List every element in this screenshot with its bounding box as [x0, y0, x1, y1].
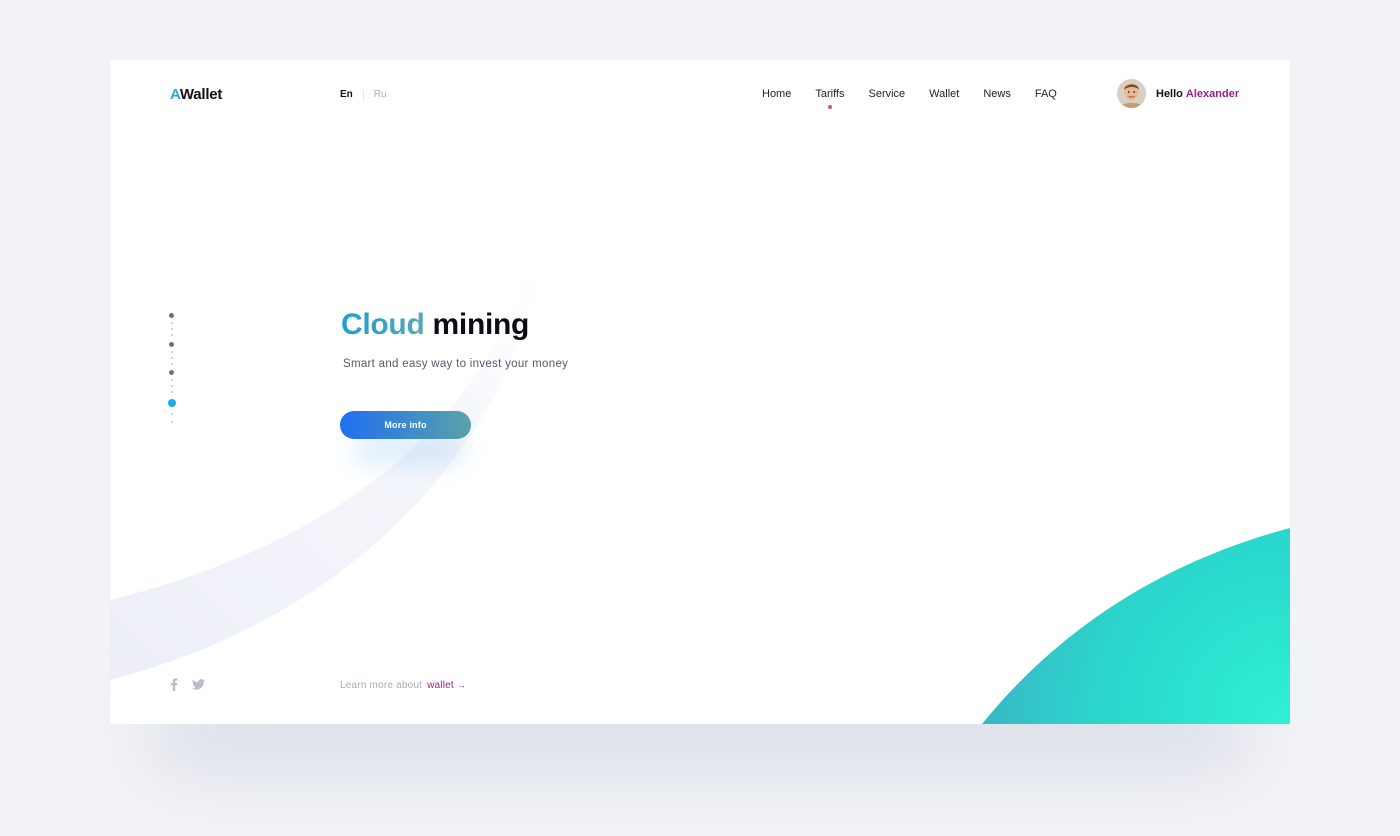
hero-title-rest: mining: [432, 308, 530, 341]
lang-ru[interactable]: Ru: [374, 89, 387, 100]
landing-card: AWallet En Ru Home Tariffs Service Walle…: [110, 60, 1290, 724]
pager-dot-4-active[interactable]: [168, 399, 176, 407]
pager-dot-3[interactable]: [169, 370, 174, 375]
main-nav: Home Tariffs Service Wallet News FAQ: [762, 88, 1081, 109]
user-menu[interactable]: Hello Alexander: [1117, 79, 1239, 108]
pager-tick: [171, 421, 173, 423]
pager-tick: [171, 413, 173, 415]
user-greeting: Hello Alexander: [1156, 88, 1239, 100]
logo-accent: A: [170, 86, 180, 103]
pager-tick: [171, 334, 173, 336]
hero-subtitle: Smart and easy way to invest your money: [343, 358, 569, 370]
facebook-icon[interactable]: [170, 678, 178, 691]
hero-title-highlight: Cloud: [341, 308, 425, 341]
nav-item-faq[interactable]: FAQ: [1035, 88, 1057, 100]
button-glow: [355, 438, 465, 460]
pager-tick: [171, 379, 173, 381]
logo-text: Wallet: [179, 86, 223, 103]
twitter-icon[interactable]: [192, 679, 205, 690]
learn-more-prefix: Learn more about: [340, 680, 423, 691]
language-switcher: En Ru: [340, 89, 387, 100]
pager-tick: [171, 328, 173, 330]
pager-dot-2[interactable]: [169, 342, 174, 347]
logo[interactable]: AWallet: [170, 86, 222, 103]
nav-item-wallet[interactable]: Wallet: [929, 88, 959, 100]
pager-tick: [171, 322, 173, 324]
social-links: [170, 678, 205, 691]
nav-item-tariffs[interactable]: Tariffs: [815, 88, 844, 109]
gradient-blob: [982, 528, 1290, 724]
pager-dot-1[interactable]: [169, 313, 174, 318]
learn-more: Learn more about wallet →: [340, 680, 466, 691]
nav-item-service[interactable]: Service: [868, 88, 905, 100]
slide-pager: [168, 312, 176, 432]
nav-item-news[interactable]: News: [983, 88, 1011, 100]
wallet-link[interactable]: wallet: [427, 680, 454, 691]
background-arc: [110, 235, 550, 680]
pager-tick: [171, 357, 173, 359]
lang-en[interactable]: En: [340, 89, 353, 100]
pager-tick: [171, 391, 173, 393]
greeting-text: Hello: [1156, 87, 1183, 100]
hero-title: Cloud mining: [341, 308, 529, 342]
avatar[interactable]: [1117, 79, 1146, 108]
pager-tick: [171, 351, 173, 353]
pager-tick: [171, 385, 173, 387]
lang-divider: [362, 89, 364, 100]
user-name: Alexander: [1185, 87, 1240, 100]
pager-tick: [171, 363, 173, 365]
nav-item-home[interactable]: Home: [762, 88, 791, 100]
user-avatar-icon: [1117, 79, 1146, 108]
arrow-right-icon[interactable]: →: [457, 680, 466, 690]
more-info-button[interactable]: More info: [340, 411, 471, 439]
